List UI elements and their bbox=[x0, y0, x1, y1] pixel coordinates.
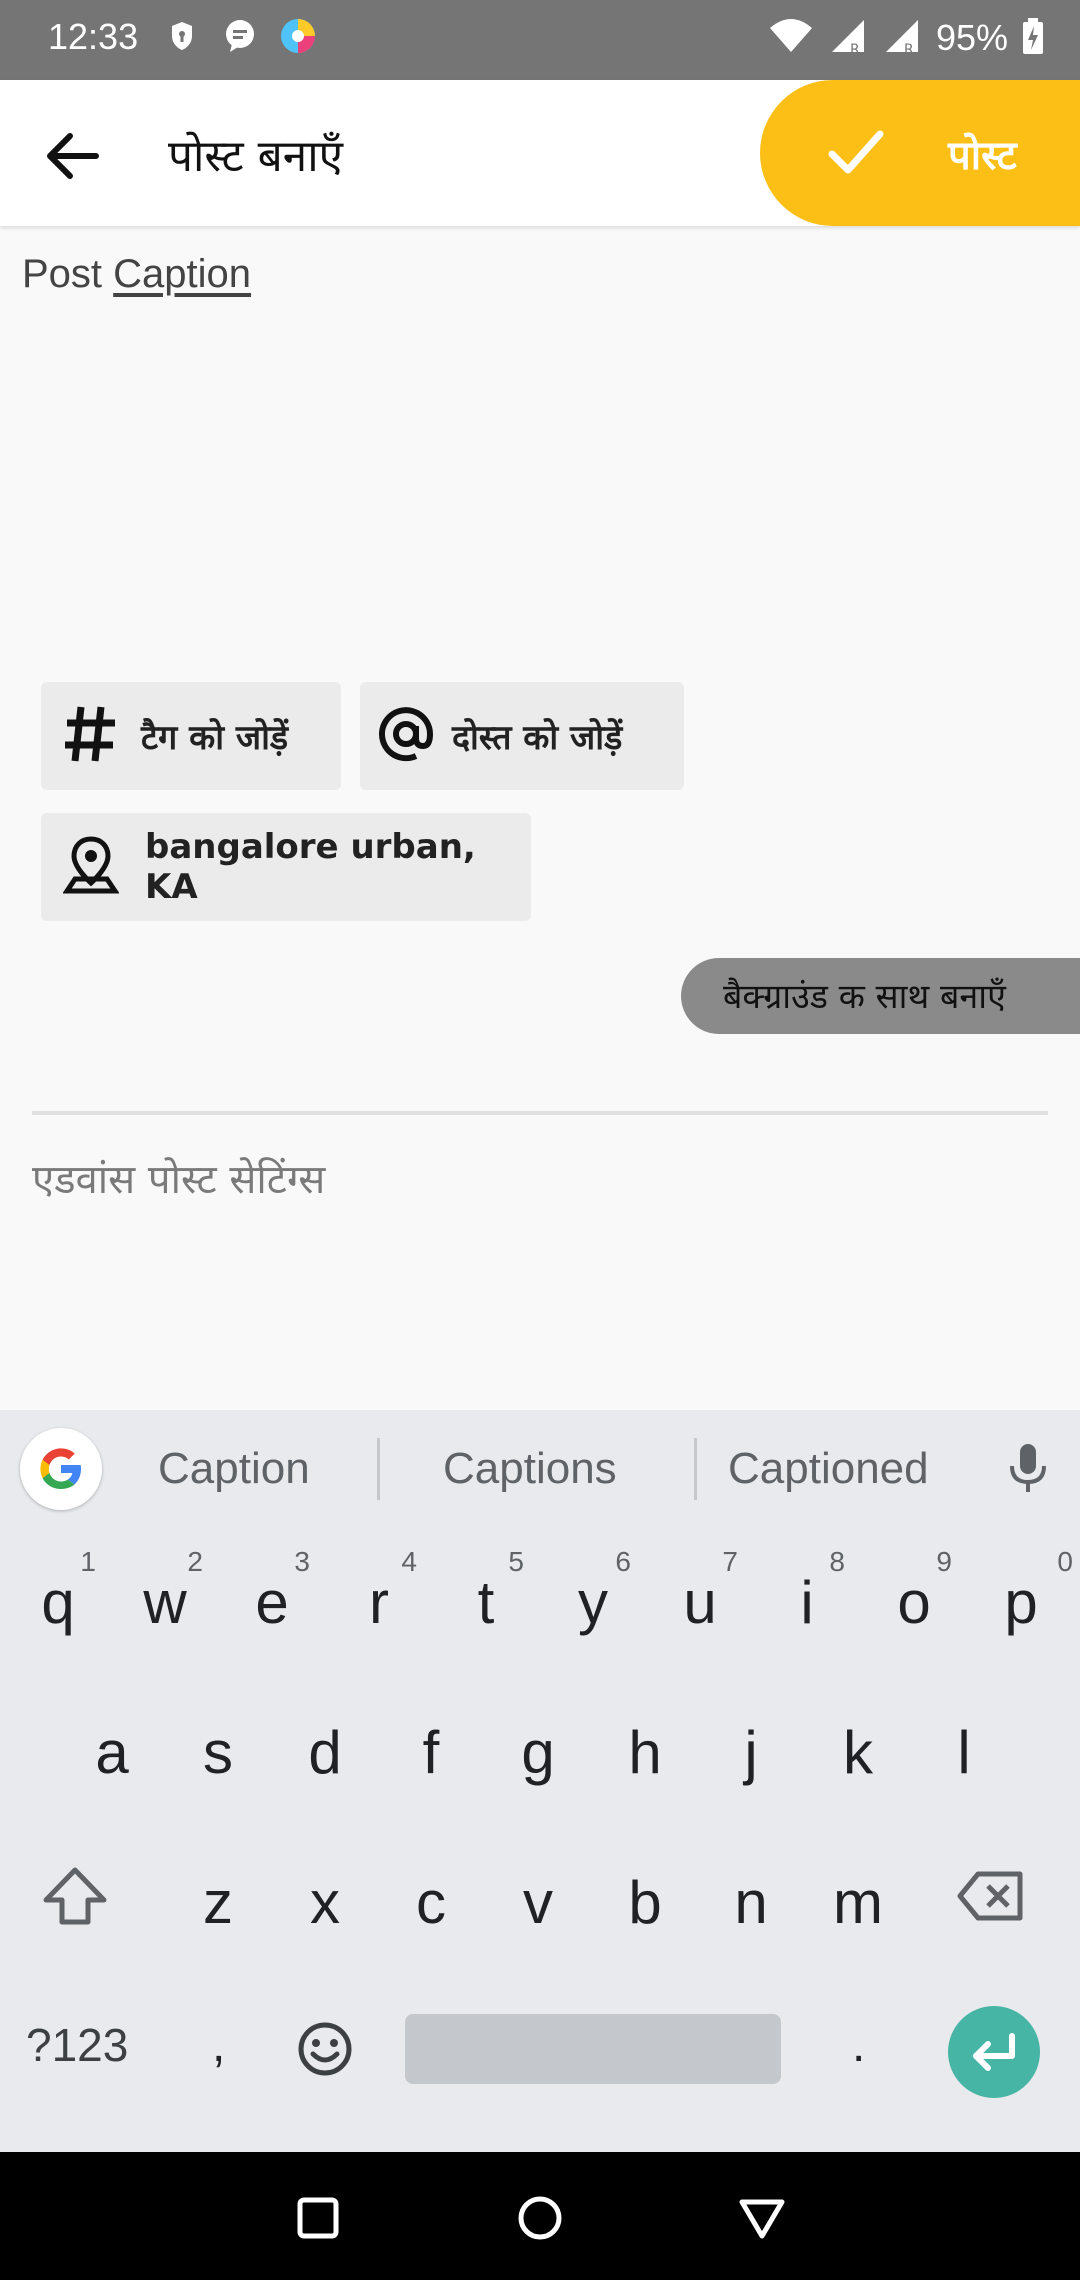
chat-bubble-icon bbox=[222, 16, 258, 60]
key-w[interactable]: 2w bbox=[115, 1528, 215, 1668]
spacebar[interactable] bbox=[405, 2014, 781, 2084]
shift-key[interactable] bbox=[40, 1864, 130, 1944]
comma-key[interactable]: , bbox=[212, 2018, 225, 2073]
smiley-icon bbox=[298, 2022, 352, 2076]
add-friend-chip[interactable]: दोस्त को जोड़ें bbox=[360, 682, 684, 790]
location-label: bangalore urban, KA bbox=[145, 827, 476, 907]
advanced-post-settings[interactable]: एडवांस पोस्ट सेटिंग्स bbox=[32, 1150, 325, 1205]
symbols-key[interactable]: ?123 bbox=[26, 2018, 128, 2072]
status-right: R R 95% bbox=[768, 16, 1044, 60]
battery-charging-icon bbox=[1022, 16, 1044, 60]
key-a[interactable]: a bbox=[62, 1678, 162, 1818]
add-tag-chip[interactable]: टैग को जोड़ें bbox=[41, 682, 341, 790]
check-icon bbox=[824, 120, 888, 188]
key-x[interactable]: x bbox=[275, 1828, 375, 1968]
key-v[interactable]: v bbox=[488, 1828, 588, 1968]
system-nav-bar bbox=[0, 2152, 1080, 2280]
caption-current-word: Caption bbox=[113, 252, 252, 296]
suggestion-divider bbox=[377, 1438, 380, 1500]
key-k[interactable]: k bbox=[808, 1678, 908, 1818]
add-friend-label: दोस्त को जोड़ें bbox=[452, 718, 623, 758]
key-z[interactable]: z bbox=[168, 1828, 268, 1968]
key-s[interactable]: s bbox=[168, 1678, 268, 1818]
status-time: 12:33 bbox=[48, 16, 139, 57]
emoji-key[interactable] bbox=[296, 2020, 358, 2082]
create-with-background-button[interactable]: बैक्ग्राउंड क साथ बनाएँ bbox=[681, 958, 1080, 1034]
circle-icon bbox=[518, 2196, 562, 2240]
key-d[interactable]: d bbox=[275, 1678, 375, 1818]
enter-arrow-icon bbox=[973, 2033, 1015, 2071]
battery-percent: 95% bbox=[935, 17, 1008, 58]
key-p[interactable]: 0p bbox=[971, 1528, 1073, 1668]
signal-r-icon: R bbox=[828, 16, 868, 60]
page-title: पोस्ट बनाएँ bbox=[168, 131, 343, 182]
suggestion-1[interactable]: Caption bbox=[158, 1444, 310, 1494]
key-r[interactable]: 4r bbox=[329, 1528, 429, 1668]
back-arrow-icon bbox=[47, 133, 99, 179]
key-c[interactable]: c bbox=[381, 1828, 481, 1968]
period-key[interactable]: . bbox=[852, 2018, 865, 2073]
back-button[interactable] bbox=[34, 118, 110, 194]
at-sign-icon bbox=[378, 706, 434, 766]
key-i[interactable]: 8i bbox=[757, 1528, 857, 1668]
suggestion-3[interactable]: Captioned bbox=[728, 1444, 929, 1494]
shield-icon bbox=[168, 16, 196, 60]
keyboard: 1q 2w 3e 4r 5t 6y 7u 8i 9o 0p a s d f g … bbox=[0, 1528, 1080, 2152]
create-with-background-label: बैक्ग्राउंड क साथ बनाएँ bbox=[723, 977, 1006, 1017]
key-g[interactable]: g bbox=[488, 1678, 588, 1818]
shift-arrow-icon bbox=[43, 1867, 107, 1925]
back-nav-button[interactable] bbox=[734, 2190, 790, 2246]
key-e[interactable]: 3e bbox=[222, 1528, 322, 1668]
caption-input[interactable]: Post Caption bbox=[22, 252, 251, 297]
divider bbox=[32, 1111, 1048, 1115]
key-f[interactable]: f bbox=[381, 1678, 481, 1818]
suggestion-2[interactable]: Captions bbox=[443, 1444, 617, 1494]
recents-button[interactable] bbox=[290, 2190, 346, 2246]
hashtag-icon bbox=[61, 703, 119, 769]
key-q[interactable]: 1q bbox=[8, 1528, 108, 1668]
key-o[interactable]: 9o bbox=[864, 1528, 964, 1668]
keyboard-suggestion-bar: Caption Captions Captioned bbox=[0, 1410, 1080, 1528]
status-bar: 12:33 R R 95% bbox=[0, 0, 1080, 80]
svg-text:R: R bbox=[904, 42, 914, 56]
key-m[interactable]: m bbox=[808, 1828, 908, 1968]
key-l[interactable]: l bbox=[914, 1678, 1014, 1818]
key-u[interactable]: 7u bbox=[650, 1528, 750, 1668]
key-h[interactable]: h bbox=[595, 1678, 695, 1818]
square-icon bbox=[297, 2197, 339, 2239]
suggestion-divider bbox=[694, 1438, 697, 1500]
key-y[interactable]: 6y bbox=[543, 1528, 643, 1668]
signal-r-icon: R bbox=[882, 16, 922, 60]
wifi-icon bbox=[768, 16, 814, 60]
caption-prefix: Post bbox=[22, 252, 114, 296]
key-b[interactable]: b bbox=[595, 1828, 695, 1968]
location-chip[interactable]: bangalore urban, KA bbox=[41, 813, 531, 921]
post-button-label: पोस्ट bbox=[948, 133, 1017, 179]
post-button[interactable]: पोस्ट bbox=[760, 80, 1080, 226]
add-tag-label: टैग को जोड़ें bbox=[141, 718, 289, 758]
triangle-down-icon bbox=[739, 2199, 785, 2239]
backspace-icon bbox=[957, 1871, 1023, 1921]
enter-key[interactable] bbox=[948, 2006, 1040, 2098]
key-j[interactable]: j bbox=[701, 1678, 801, 1818]
backspace-key[interactable] bbox=[956, 1868, 1036, 1932]
svg-text:R: R bbox=[850, 42, 860, 56]
app-color-icon bbox=[278, 16, 318, 60]
key-t[interactable]: 5t bbox=[436, 1528, 536, 1668]
google-g-icon[interactable] bbox=[20, 1428, 102, 1510]
microphone-icon[interactable] bbox=[1006, 1440, 1050, 1500]
key-n[interactable]: n bbox=[701, 1828, 801, 1968]
location-pin-icon bbox=[62, 835, 120, 899]
home-button[interactable] bbox=[512, 2190, 568, 2246]
